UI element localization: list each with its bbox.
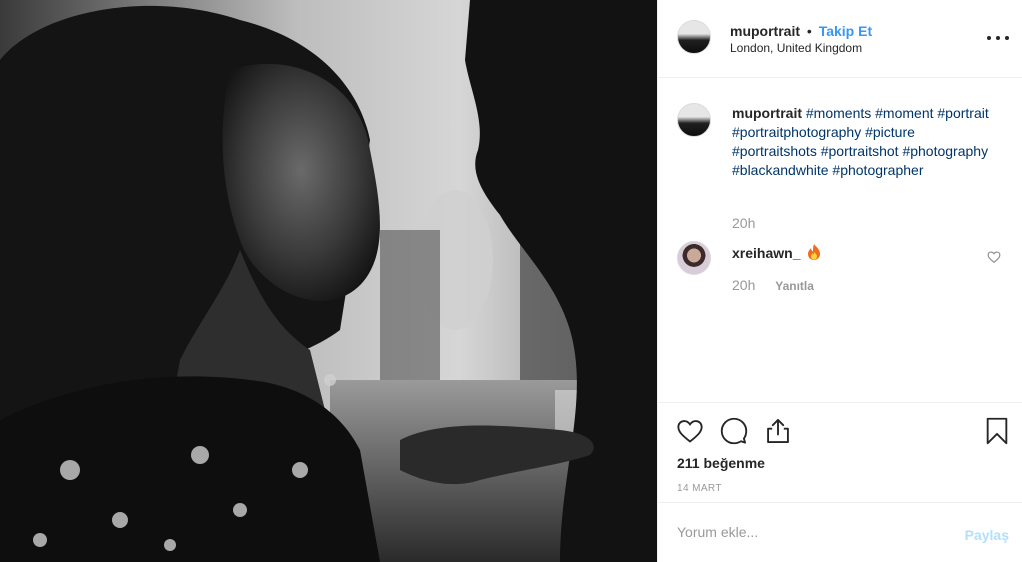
share-icon[interactable] (764, 417, 792, 445)
commenter-username[interactable]: xreihawn_ (732, 245, 800, 261)
hashtag-link[interactable]: #portraitphotography (732, 124, 861, 140)
heart-icon[interactable] (676, 417, 704, 445)
caption-avatar[interactable] (677, 103, 711, 137)
post-comment-button[interactable]: Paylaş (965, 527, 1009, 543)
likes-count[interactable]: 211 beğenme (677, 455, 765, 471)
comment-timestamp[interactable]: 20h (732, 277, 755, 293)
caption-timestamp[interactable]: 20h (732, 215, 755, 231)
header-separator: • (806, 23, 812, 39)
caption-username[interactable]: muportrait (732, 105, 802, 121)
more-dot (1005, 36, 1009, 40)
add-comment-bar: Paylaş (658, 502, 1022, 562)
comment-body: xreihawn_ (732, 244, 821, 263)
more-dot (996, 36, 1000, 40)
post-actions: 211 beğenme 14 MART (658, 402, 1022, 502)
hashtag-link[interactable]: #moment (875, 105, 933, 121)
fire-emoji-icon (807, 244, 821, 263)
reply-button[interactable]: Yanıtla (775, 279, 814, 293)
more-options-icon[interactable] (987, 28, 1009, 48)
post-header-title: muportrait • Takip Et (730, 23, 872, 39)
post-date[interactable]: 14 MART (677, 483, 722, 494)
follow-button[interactable]: Takip Et (819, 23, 872, 39)
hashtag-link[interactable]: #blackandwhite (732, 162, 829, 178)
hashtag-link[interactable]: #moments (806, 105, 871, 121)
post-location[interactable]: London, United Kingdom (730, 41, 862, 55)
hashtag-link[interactable]: #portraitshot (821, 143, 899, 159)
more-dot (987, 36, 991, 40)
comment-meta: 20h Yanıtla (732, 277, 814, 293)
comments-section: muportrait #moments #moment #portrait #p… (658, 78, 1022, 402)
post-header: muportrait • Takip Et London, United Kin… (658, 0, 1022, 78)
comment-heart-icon[interactable] (987, 250, 1001, 264)
hashtag-link[interactable]: #portraitshots (732, 143, 817, 159)
post-sidebar: muportrait • Takip Et London, United Kin… (657, 0, 1022, 562)
author-avatar[interactable] (677, 20, 711, 54)
hashtag-link[interactable]: #portrait (937, 105, 988, 121)
post-photo[interactable] (0, 0, 657, 562)
comment-input[interactable] (677, 524, 947, 540)
hashtag-link[interactable]: #photographer (832, 162, 923, 178)
post-caption: muportrait #moments #moment #portrait #p… (732, 104, 1002, 180)
post-photo-image (0, 0, 657, 562)
comment-icon[interactable] (720, 417, 748, 445)
hashtag-link[interactable]: #picture (865, 124, 915, 140)
commenter-avatar[interactable] (677, 241, 711, 275)
bookmark-icon[interactable] (983, 417, 1011, 445)
author-username[interactable]: muportrait (730, 23, 800, 39)
hashtag-link[interactable]: #photography (902, 143, 988, 159)
